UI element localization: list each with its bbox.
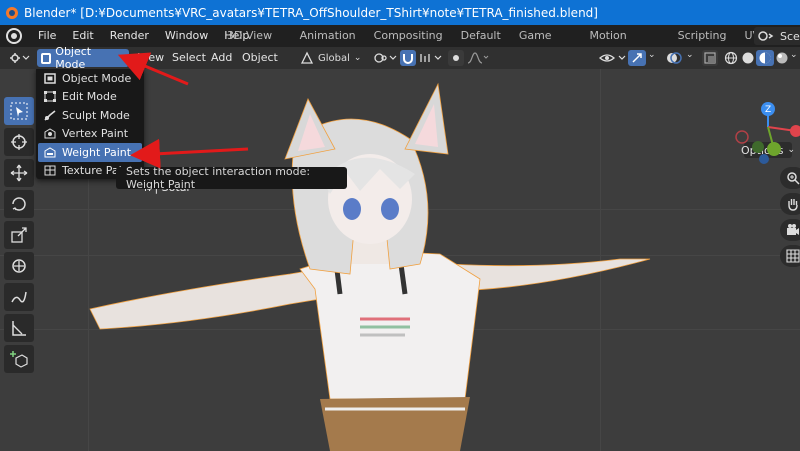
annotation-arrows	[117, 52, 249, 169]
annotation-arrow-weight-paint	[130, 138, 249, 169]
annotation-arrow-mode	[117, 52, 189, 86]
